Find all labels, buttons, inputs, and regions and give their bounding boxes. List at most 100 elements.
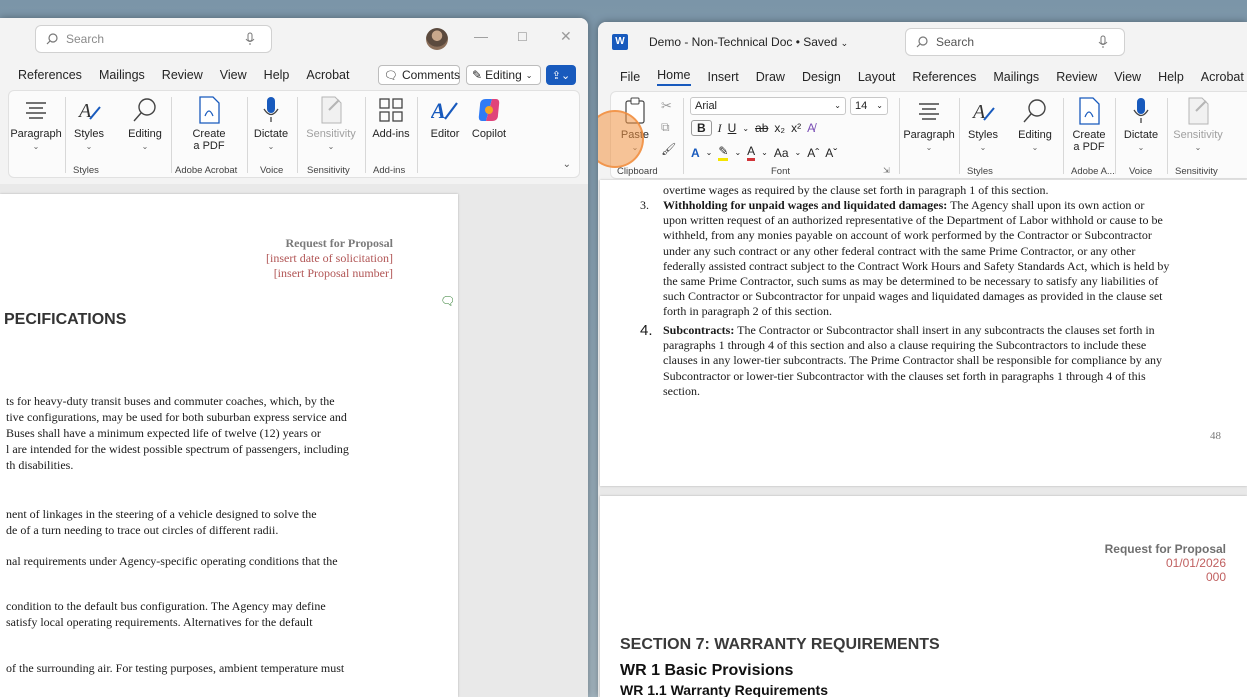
menu-references[interactable]: References (912, 70, 976, 84)
underline-button[interactable]: U (728, 121, 737, 135)
menu-home[interactable]: Home (657, 68, 691, 86)
comments-label: Comments (401, 68, 460, 82)
right-titlebar: W Demo - Non-Technical Doc • Saved ⌄ Sea… (598, 22, 1247, 62)
paragraph-line: tive configurations, may be used for bot… (6, 410, 347, 424)
list-item-3: 3. Withholding for unpaid wages and liqu… (640, 198, 1230, 320)
editing-button[interactable]: Editing ⌄ (1013, 96, 1057, 152)
paragraph-group-button[interactable]: Paragraph ⌄ (903, 96, 955, 152)
change-case-icon[interactable]: Aa (774, 146, 789, 160)
menu-acrobat[interactable]: Acrobat (306, 68, 349, 82)
paragraph-line: th disabilities. (6, 458, 74, 472)
dictate-button[interactable]: Dictate ⌄ (251, 95, 291, 151)
bold-button[interactable]: B (691, 120, 712, 136)
menu-review[interactable]: Review (162, 68, 203, 82)
text-effects-icon[interactable]: A (691, 146, 700, 160)
menu-view[interactable]: View (220, 68, 247, 82)
collapse-ribbon-icon[interactable]: ⌄ (563, 159, 571, 170)
dictate-button[interactable]: Dictate ⌄ (1119, 96, 1163, 152)
shrink-font-icon[interactable]: Aˇ (825, 146, 837, 160)
menu-insert[interactable]: Insert (708, 70, 739, 84)
left-document-page[interactable]: Request for Proposal [insert date of sol… (0, 194, 458, 697)
list-line: federally assisted contract subject to t… (663, 258, 1170, 273)
menu-view[interactable]: View (1114, 70, 1141, 84)
add-ins-group-name: Add-ins (373, 165, 406, 176)
add-ins-icon (379, 98, 403, 122)
dialog-launcher-icon[interactable]: ⇲ (883, 166, 890, 175)
menu-design[interactable]: Design (802, 70, 841, 84)
editor-icon: A (431, 98, 458, 123)
microphone-icon[interactable] (1098, 35, 1108, 49)
font-color-icon[interactable]: A (747, 144, 756, 161)
share-button[interactable]: ⇪⌄ (546, 65, 576, 85)
menu-mailings[interactable]: Mailings (99, 68, 145, 82)
continued-line: overtime wages as required by the clause… (663, 183, 1049, 197)
paragraph-group-button[interactable]: Paragraph ⌄ (10, 95, 62, 151)
create-pdf-label: Create a PDF (1072, 129, 1106, 153)
font-size-dropdown[interactable]: 14 ⌄ (850, 97, 888, 115)
menu-mailings[interactable]: Mailings (993, 70, 1039, 84)
sensitivity-button[interactable]: Sensitivity ⌄ (303, 95, 359, 151)
close-icon[interactable]: ✕ (560, 28, 572, 45)
search-icon (916, 36, 928, 48)
left-search-box[interactable]: Search (35, 25, 272, 53)
wr1-heading: WR 1 Basic Provisions (620, 662, 794, 679)
document-title[interactable]: Demo - Non-Technical Doc • Saved ⌄ (649, 35, 848, 49)
left-titlebar: Search — ☐ ✕ (0, 18, 588, 58)
font-format-row-2: A ⌄ ✎ ⌄ A ⌄ Aa ⌄ Aˆ Aˇ (691, 144, 838, 161)
clear-formatting-icon[interactable]: A̸ (807, 121, 815, 135)
menu-references[interactable]: References (18, 68, 82, 82)
dictate-label: Dictate (253, 128, 289, 140)
strikethrough-button[interactable]: ab (755, 121, 768, 135)
comment-marker-icon[interactable]: 🗨 (440, 294, 455, 308)
menu-draw[interactable]: Draw (756, 70, 785, 84)
paragraph-label: Paragraph (903, 129, 955, 141)
editing-button[interactable]: Editing ⌄ (123, 95, 167, 151)
subscript-button[interactable]: x₂ (774, 121, 785, 135)
right-menubar: File Home Insert Draw Design Layout Refe… (620, 64, 1247, 90)
chevron-down-icon[interactable]: ⌄ (742, 124, 749, 133)
editor-label: Editor (430, 128, 460, 140)
editing-mode-label: Editing (485, 68, 522, 82)
voice-group-name: Voice (260, 165, 284, 176)
list-line: clauses in any lower-tier subcontracts. … (663, 353, 1163, 368)
create-pdf-button[interactable]: Create a PDF (1067, 96, 1111, 153)
highlight-color-icon[interactable]: ✎ (718, 144, 729, 161)
editing-label: Editing (128, 128, 162, 140)
chevron-down-icon: ⌄ (525, 70, 533, 80)
maximize-icon[interactable]: ☐ (517, 30, 528, 44)
right-document-page-49[interactable]: Request for Proposal 01/01/2026 000 SECT… (600, 496, 1247, 697)
comments-button[interactable]: 🗨 Comments (378, 65, 460, 85)
copy-icon[interactable]: ⧉ (661, 120, 670, 135)
right-search-box[interactable]: Search (905, 28, 1125, 56)
styles-button[interactable]: A Styles ⌄ (963, 96, 1003, 152)
microphone-icon[interactable] (245, 32, 255, 46)
copilot-label: Copilot (471, 128, 507, 140)
menu-help[interactable]: Help (1158, 70, 1184, 84)
user-avatar[interactable] (426, 28, 448, 50)
grow-font-icon[interactable]: Aˆ (807, 146, 819, 160)
right-document-page-48[interactable]: overtime wages as required by the clause… (600, 180, 1247, 486)
editing-mode-button[interactable]: ✎ Editing ⌄ (466, 65, 541, 85)
menu-layout[interactable]: Layout (858, 70, 896, 84)
copilot-button[interactable]: Copilot (467, 95, 511, 140)
menu-file[interactable]: File (620, 70, 640, 84)
menu-acrobat[interactable]: Acrobat (1201, 70, 1244, 84)
add-ins-button[interactable]: Add-ins (369, 95, 413, 140)
font-name-dropdown[interactable]: Arial ⌄ (690, 97, 846, 115)
sensitivity-button[interactable]: Sensitivity ⌄ (1171, 96, 1225, 152)
sensitivity-label: Sensitivity (306, 128, 356, 140)
cut-icon[interactable]: ✂ (661, 98, 672, 114)
menu-help[interactable]: Help (264, 68, 290, 82)
minimize-icon[interactable]: — (474, 28, 488, 44)
menu-review[interactable]: Review (1056, 70, 1097, 84)
chevron-down-icon: ⌄ (834, 101, 841, 110)
superscript-button[interactable]: x² (791, 121, 801, 135)
italic-button[interactable]: I (718, 121, 722, 136)
rfp-date: [insert date of solicitation] (266, 251, 393, 265)
voice-group-name: Voice (1129, 166, 1153, 177)
format-painter-icon[interactable]: 🖌 (661, 142, 676, 156)
editor-button[interactable]: A Editor (423, 95, 467, 140)
list-line: withheld, from any monies payable on acc… (663, 228, 1152, 243)
styles-button[interactable]: A Styles ⌄ (69, 95, 109, 151)
create-pdf-button[interactable]: Create a PDF (177, 95, 241, 152)
